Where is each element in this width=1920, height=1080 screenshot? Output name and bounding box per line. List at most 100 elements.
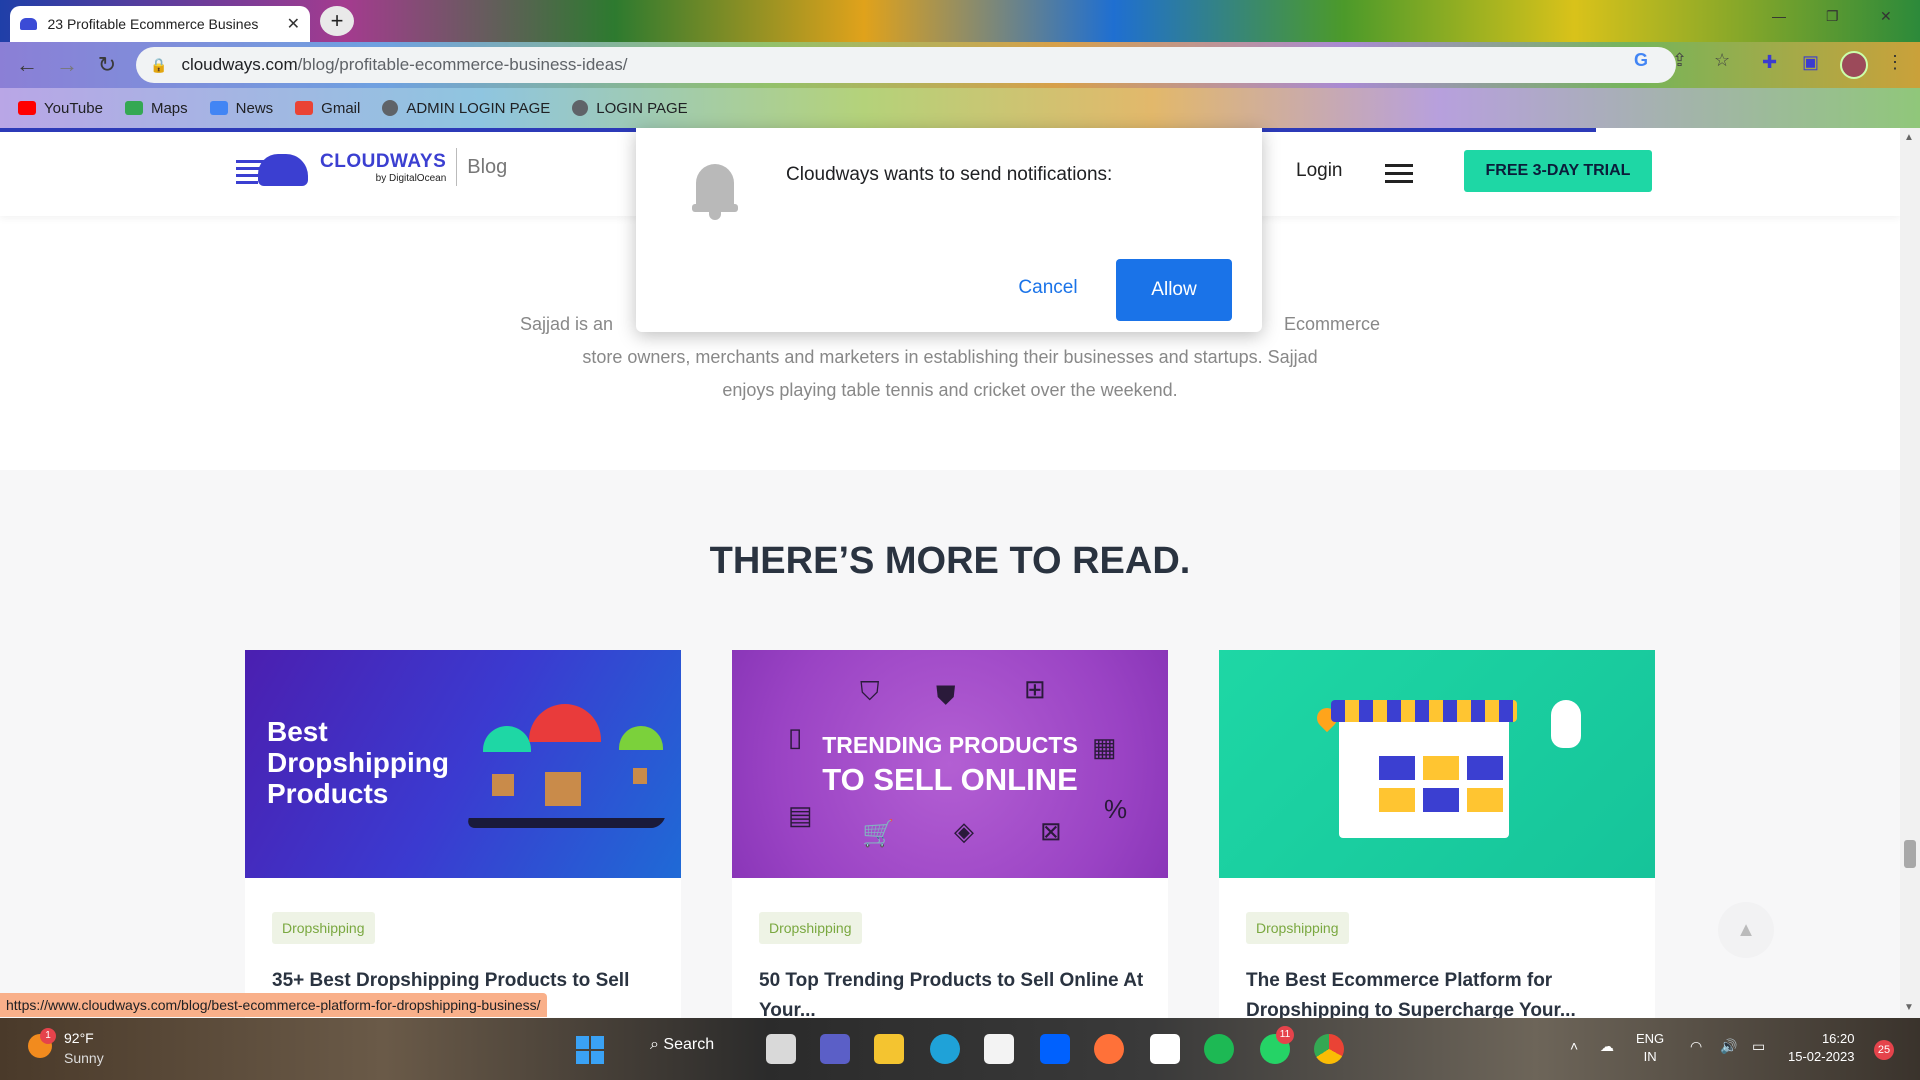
forward-icon[interactable]: → [54, 52, 80, 78]
google-lens-icon[interactable]: G [1634, 50, 1648, 71]
amazon-icon[interactable] [1150, 1034, 1180, 1064]
firefox-icon[interactable] [1094, 1034, 1124, 1064]
weather-temperature[interactable]: 92°F [64, 1030, 94, 1046]
article-card[interactable]: Best Dropshipping Products Dropshipping … [245, 650, 681, 1018]
bio-text-start: Sajjad is an [520, 314, 614, 334]
share-icon[interactable]: ⇪ [1672, 50, 1687, 71]
logo-divider [456, 148, 458, 186]
edge-icon[interactable] [930, 1034, 960, 1064]
extensions-icon[interactable]: ✚ [1762, 52, 1777, 73]
file-explorer-icon[interactable] [874, 1034, 904, 1064]
bookmark-youtube[interactable]: YouTube [18, 100, 103, 117]
weather-condition[interactable]: Sunny [64, 1050, 104, 1066]
language-indicator[interactable]: ENG IN [1636, 1030, 1664, 1066]
package-icon [492, 774, 514, 796]
section-title: THERE’S MORE TO READ. [709, 540, 1191, 582]
brand-name: CLOUDWAYS [320, 150, 447, 172]
scroll-thumb[interactable] [1904, 840, 1916, 868]
battery-icon[interactable]: ▭ [1752, 1038, 1765, 1055]
more-to-read-section: THERE’S MORE TO READ. Best Dropshipping … [0, 470, 1900, 1018]
article-card[interactable]: Dropshipping The Best Ecommerce Platform… [1219, 650, 1655, 1018]
category-tag[interactable]: Dropshipping [1246, 912, 1349, 944]
article-thumbnail[interactable]: Best Dropshipping Products [245, 650, 681, 878]
menu-dots-icon[interactable]: ⋮ [1886, 52, 1904, 73]
article-thumbnail[interactable] [1219, 650, 1655, 878]
globe-icon [382, 100, 399, 116]
window-close-icon[interactable]: ✕ [1880, 8, 1892, 25]
login-link[interactable]: Login [1296, 160, 1343, 182]
microsoft-store-icon[interactable] [984, 1034, 1014, 1064]
cancel-button[interactable]: Cancel [986, 258, 1110, 318]
bookmark-star-icon[interactable]: ☆ [1714, 50, 1730, 71]
back-icon[interactable]: ← [14, 52, 40, 78]
address-bar[interactable]: 🔒 cloudways.com/blog/profitable-ecommerc… [136, 47, 1676, 83]
whatsapp-badge: 11 [1276, 1026, 1294, 1044]
bell-icon [692, 164, 738, 222]
page-scrollbar[interactable]: ▲ ▼ [1900, 128, 1920, 1018]
wifi-icon[interactable]: ◠ [1690, 1038, 1702, 1055]
cloudways-logo[interactable]: CLOUDWAYS by DigitalOcean Blog [236, 146, 507, 188]
hamburger-menu-icon[interactable] [1385, 164, 1413, 188]
bio-line-3: enjoys playing table tennis and cricket … [722, 380, 1178, 400]
scroll-up-arrow-icon[interactable]: ▲ [1904, 132, 1914, 143]
minimize-icon[interactable]: — [1772, 8, 1786, 24]
category-tag[interactable]: Dropshipping [759, 912, 862, 944]
status-url-bubble: https://www.cloudways.com/blog/best-ecom… [0, 993, 547, 1017]
taskbar-clock[interactable]: 16:20 15-02-2023 [1788, 1030, 1855, 1066]
teams-chat-icon[interactable] [820, 1034, 850, 1064]
lock-icon[interactable]: 🔒 [150, 57, 167, 74]
bookmark-admin-login[interactable]: ADMIN LOGIN PAGE [382, 100, 550, 117]
new-tab-button[interactable]: + [320, 6, 354, 36]
bookmark-news[interactable]: News [209, 99, 274, 117]
free-trial-button[interactable]: FREE 3-DAY TRIAL [1464, 150, 1652, 192]
restore-icon[interactable]: ❐ [1826, 8, 1839, 25]
blog-label[interactable]: Blog [467, 156, 507, 179]
reload-icon[interactable]: ↻ [94, 52, 120, 78]
box-panel [1467, 788, 1503, 812]
article-title[interactable]: 35+ Best Dropshipping Products to Sell [272, 966, 662, 996]
notification-permission-popup: Cloudways wants to send notifications: C… [636, 128, 1262, 332]
show-hidden-icons-icon[interactable]: ˄ [1570, 1038, 1578, 1054]
clock-date: 15-02-2023 [1788, 1049, 1855, 1064]
taskbar-search[interactable]: ⌕ Search [650, 1036, 714, 1054]
weather-badge: 1 [40, 1028, 56, 1044]
volume-icon[interactable]: 🔊 [1720, 1038, 1737, 1055]
article-title[interactable]: The Best Ecommerce Platform for Dropship… [1246, 966, 1636, 1018]
bookmark-maps[interactable]: Maps [124, 100, 188, 117]
article-title[interactable]: 50 Top Trending Products to Sell Online … [759, 966, 1149, 1018]
bookmark-label: ADMIN LOGIN PAGE [406, 99, 551, 117]
parachute-icon [529, 704, 601, 742]
bookmark-login[interactable]: LOGIN PAGE [572, 100, 688, 117]
category-tag[interactable]: Dropshipping [272, 912, 375, 944]
bookmark-label: News [235, 99, 274, 117]
task-view-icon[interactable] [766, 1034, 796, 1064]
notification-center-badge[interactable]: 25 [1874, 1040, 1894, 1060]
cloudways-favicon-icon [20, 18, 38, 30]
windows-taskbar: 1 92°F Sunny ⌕ Search 11 ˄ ☁ ENG IN ◠ 🔊 … [0, 1018, 1920, 1080]
windows-start-icon[interactable] [576, 1036, 604, 1064]
onedrive-icon[interactable]: ☁ [1600, 1038, 1614, 1055]
article-card[interactable]: ⛉ ⛊ ⊞ ▯ ▦ ▤ 🛒 ◈ ⊠ % TRENDING PRODUCTS TO… [732, 650, 1168, 1018]
bookmark-gmail[interactable]: Gmail [295, 100, 360, 117]
gmail-icon [295, 101, 314, 115]
browser-tab[interactable]: 23 Profitable Ecommerce Busines ✕ [10, 6, 310, 42]
scroll-to-top-button[interactable]: ▲ [1718, 902, 1774, 958]
allow-button[interactable]: Allow [1116, 259, 1232, 321]
chrome-icon[interactable] [1314, 1034, 1344, 1064]
maps-icon [124, 101, 143, 115]
chart-panel [1467, 756, 1503, 780]
profile-avatar[interactable] [1840, 51, 1868, 79]
article-thumbnail[interactable]: ⛉ ⛊ ⊞ ▯ ▦ ▤ 🛒 ◈ ⊠ % TRENDING PRODUCTS TO… [732, 650, 1168, 878]
cart-panel [1423, 788, 1459, 812]
basket-icon: ⊞ [1024, 674, 1046, 704]
url-domain: cloudways.com [181, 55, 298, 74]
tab-close-icon[interactable]: ✕ [287, 14, 300, 34]
dropbox-icon[interactable] [1040, 1034, 1070, 1064]
scroll-down-arrow-icon[interactable]: ▼ [1904, 1002, 1914, 1013]
language-code: ENG [1636, 1031, 1665, 1046]
bookmarks-bar: YouTube Maps News Gmail ADMIN LOGIN PAGE… [0, 88, 1920, 128]
woo-panel [1379, 788, 1415, 812]
side-panel-icon[interactable]: ▣ [1802, 52, 1819, 73]
spotify-icon[interactable] [1204, 1034, 1234, 1064]
globe-icon [572, 100, 589, 116]
